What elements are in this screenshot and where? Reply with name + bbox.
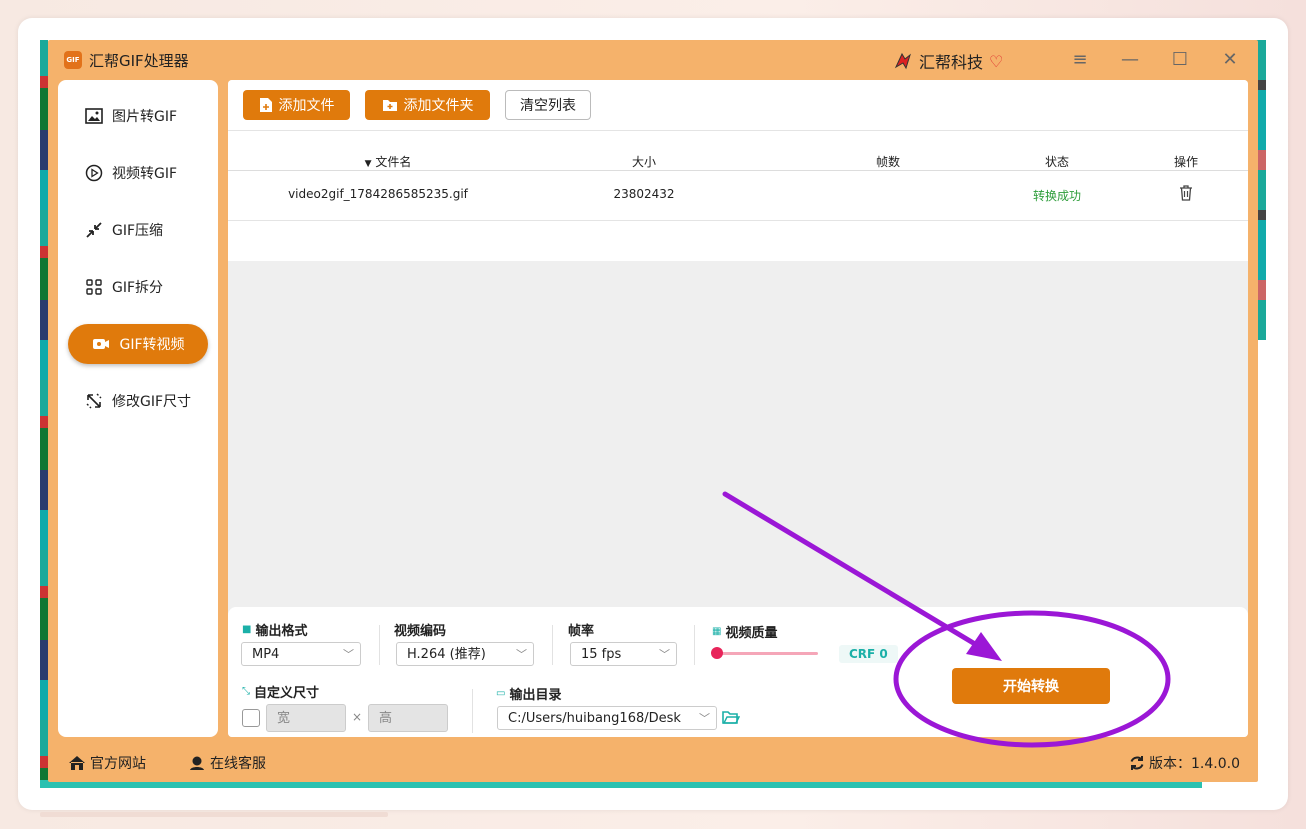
- output-dir-select[interactable]: C:/Users/huibang168/Desk ﹀: [497, 706, 717, 730]
- sort-down-icon: ▼: [364, 159, 372, 169]
- quality-slider-handle[interactable]: [711, 647, 723, 659]
- custom-size-label: ⤡ 自定义尺寸: [242, 686, 320, 701]
- chevron-down-icon: ﹀: [699, 712, 710, 725]
- brand: 汇帮科技 ♡: [893, 49, 1003, 73]
- quality-label: ▦ 视频质量: [712, 626, 778, 641]
- scroll-hint-bar: [40, 812, 388, 817]
- brand-logo-icon: [894, 52, 911, 70]
- sidebar-item-video-to-gif[interactable]: 视频转GIF: [68, 153, 208, 193]
- sidebar-item-label: GIF转视频: [119, 337, 185, 353]
- column-header-filename[interactable]: ▼ 文件名: [328, 153, 448, 170]
- height-input[interactable]: 高: [368, 704, 448, 732]
- settings-panel: ■ 输出格式 MP4 ﹀ 视频编码 H.264 (推荐) ﹀ 帧率 15 fps…: [228, 607, 1248, 737]
- toolbar: 添加文件 添加文件夹 清空列表: [228, 80, 1248, 130]
- output-format-select[interactable]: MP4 ﹀: [241, 642, 361, 666]
- app-window: GIF 汇帮GIF处理器 汇帮科技 ♡ ≡ — ☐ ✕ 图片转GIF 视频转GI…: [48, 40, 1258, 782]
- add-file-icon: [259, 98, 272, 112]
- file-status: 转换成功: [1032, 189, 1081, 203]
- sidebar-item-image-to-gif[interactable]: 图片转GIF: [68, 96, 208, 136]
- headset-icon: [190, 756, 204, 770]
- output-dir-label: ▭ 输出目录: [496, 688, 562, 703]
- image-icon: [84, 106, 104, 126]
- sidebar-item-gif-to-video[interactable]: GIF转视频: [68, 324, 208, 364]
- delete-icon[interactable]: [1176, 185, 1196, 204]
- grid-icon: ▦: [712, 626, 722, 637]
- clear-list-button[interactable]: 清空列表: [505, 90, 591, 120]
- version-info[interactable]: 版本：1.4.0.0: [1129, 753, 1240, 773]
- crf-value-badge: CRF 0: [839, 645, 898, 663]
- resize-icon: [84, 391, 104, 411]
- output-format-label: ■ 输出格式: [242, 624, 308, 639]
- divider: [694, 625, 695, 665]
- official-site-link[interactable]: 官方网站: [68, 753, 146, 773]
- app-logo-icon: GIF: [64, 51, 82, 69]
- brand-name: 汇帮科技: [919, 53, 984, 72]
- add-folder-label: 添加文件夹: [403, 98, 474, 114]
- times-separator: ×: [352, 710, 363, 724]
- close-button[interactable]: ✕: [1215, 48, 1245, 72]
- sidebar-item-gif-split[interactable]: GIF拆分: [68, 267, 208, 307]
- support-link[interactable]: 在线客服: [188, 753, 266, 773]
- split-icon: [84, 277, 104, 297]
- folder-small-icon: ▭: [496, 688, 506, 699]
- file-table: ▼ 文件名 大小 帧数 状态 操作 video2gif_178428658523…: [228, 130, 1248, 261]
- add-file-button[interactable]: 添加文件: [243, 90, 350, 120]
- sidebar-item-label: GIF压缩: [112, 223, 164, 239]
- compress-icon: [84, 220, 104, 240]
- divider: [472, 689, 473, 733]
- title-bar[interactable]: GIF 汇帮GIF处理器 汇帮科技 ♡ ≡ — ☐ ✕: [48, 40, 1258, 80]
- column-header-actions: 操作: [1173, 155, 1198, 169]
- desktop-background-left: [40, 40, 48, 788]
- menu-button[interactable]: ≡: [1065, 48, 1095, 72]
- file-size: 23802432: [613, 187, 675, 201]
- start-convert-button[interactable]: 开始转换: [952, 668, 1110, 704]
- divider: [379, 625, 380, 665]
- custom-size-checkbox[interactable]: [242, 709, 260, 727]
- column-header-frames[interactable]: 帧数: [838, 153, 938, 170]
- fps-label: 帧率: [568, 624, 595, 639]
- file-name: video2gif_1784286585235.gif: [288, 187, 468, 201]
- minimize-button[interactable]: —: [1115, 48, 1145, 72]
- add-file-label: 添加文件: [278, 98, 335, 114]
- sidebar-item-label: 视频转GIF: [112, 166, 178, 182]
- home-icon: [69, 756, 85, 770]
- column-header-size[interactable]: 大小: [594, 153, 694, 170]
- codec-select[interactable]: H.264 (推荐) ﹀: [396, 642, 534, 666]
- header-divider: [228, 170, 1248, 171]
- quality-slider[interactable]: [717, 652, 818, 655]
- resize-small-icon: ⤡: [242, 686, 250, 697]
- chevron-down-icon: ﹀: [659, 648, 670, 661]
- row-divider: [228, 220, 1248, 221]
- sidebar-item-label: 修改GIF尺寸: [112, 394, 192, 410]
- sidebar-item-resize-gif[interactable]: 修改GIF尺寸: [68, 381, 208, 421]
- app-title: 汇帮GIF处理器: [89, 52, 189, 70]
- refresh-icon: [1130, 756, 1144, 770]
- heart-icon[interactable]: ♡: [989, 52, 1003, 71]
- video-icon: [91, 334, 111, 354]
- maximize-button[interactable]: ☐: [1165, 48, 1195, 72]
- divider: [552, 625, 553, 665]
- main-panel: 添加文件 添加文件夹 清空列表 ▼ 文件名 大小 帧数 状态 操作 video2…: [228, 80, 1248, 737]
- chevron-down-icon: ﹀: [343, 648, 354, 661]
- sidebar: 图片转GIF 视频转GIF GIF压缩 GIF拆分 GIF转视频 修改GIF尺寸: [58, 80, 218, 737]
- video-small-icon: ■: [242, 624, 252, 635]
- sidebar-item-label: 图片转GIF: [112, 109, 178, 125]
- sidebar-item-label: GIF拆分: [112, 280, 164, 296]
- play-circle-icon: [84, 163, 104, 183]
- fps-select[interactable]: 15 fps ﹀: [570, 642, 677, 666]
- codec-label: 视频编码: [394, 624, 447, 639]
- column-header-status[interactable]: 状态: [1007, 153, 1107, 170]
- open-folder-icon[interactable]: [722, 709, 741, 729]
- width-input[interactable]: 宽: [266, 704, 346, 732]
- add-folder-button[interactable]: 添加文件夹: [365, 90, 490, 120]
- chevron-down-icon: ﹀: [516, 648, 527, 661]
- sidebar-item-gif-compress[interactable]: GIF压缩: [68, 210, 208, 250]
- footer: 官方网站 在线客服 版本：1.4.0.0: [48, 743, 1258, 782]
- add-folder-icon: [382, 100, 397, 111]
